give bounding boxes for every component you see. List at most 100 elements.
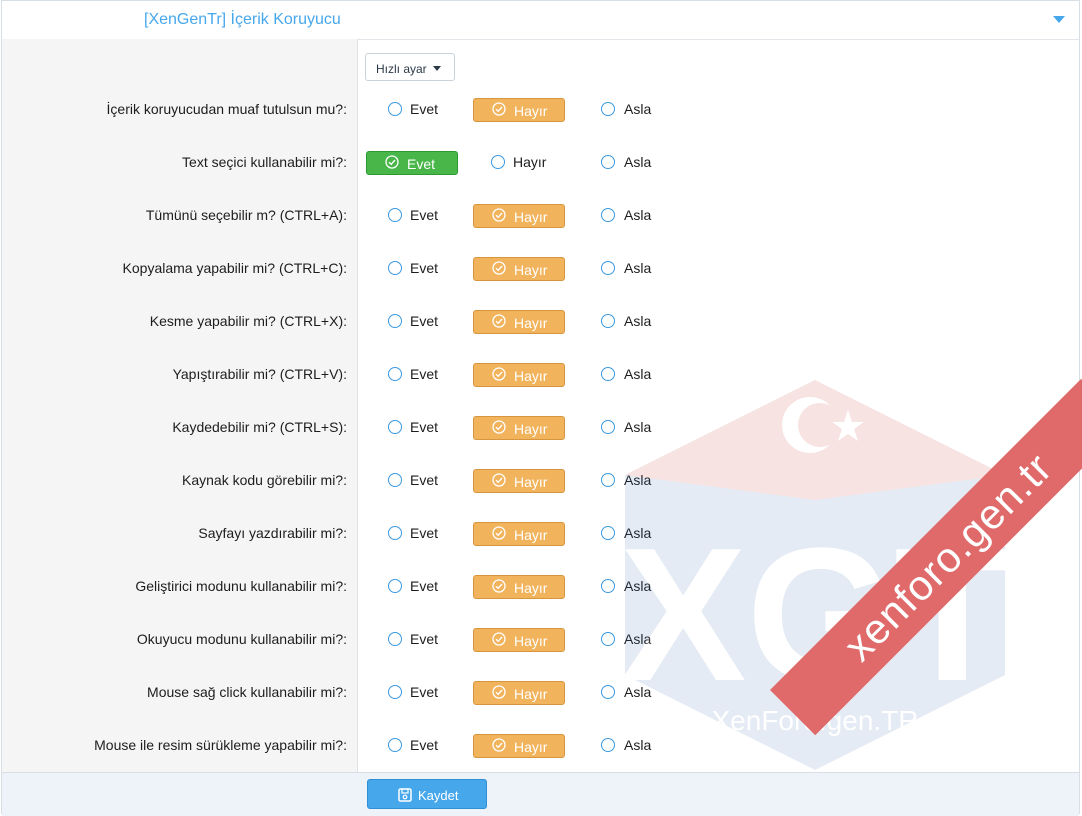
option-label: Hayır [513, 154, 547, 170]
option-no-selected[interactable]: Hayır [473, 98, 565, 122]
option-label: Hayır [514, 739, 548, 755]
option-never[interactable]: Asla [601, 204, 674, 228]
radio-circle[interactable] [601, 738, 615, 752]
check-circle-icon [385, 155, 399, 169]
option-no[interactable]: Hayır [491, 151, 563, 175]
radio-circle[interactable] [388, 526, 402, 540]
option-no-selected[interactable]: Hayır [473, 522, 565, 546]
radio-circle[interactable] [601, 473, 615, 487]
radio-circle[interactable] [388, 632, 402, 646]
option-no-selected[interactable]: Hayır [473, 469, 565, 493]
option-label: Evet [410, 260, 439, 276]
radio-circle[interactable] [388, 208, 402, 222]
option-label: Hayır [514, 580, 548, 596]
panel-title[interactable]: [XenGenTr] İçerik Koruyucu [144, 11, 341, 29]
radio-circle[interactable] [388, 367, 402, 381]
radio-circle[interactable] [388, 685, 402, 699]
option-yes[interactable]: Evet [388, 204, 460, 228]
option-no-selected[interactable]: Hayır [473, 257, 565, 281]
setting-label: Mouse ile resim sürükleme yapabilir mi?: [94, 737, 347, 753]
option-no-selected[interactable]: Hayır [473, 575, 565, 599]
radio-circle[interactable] [601, 367, 615, 381]
option-never[interactable]: Asla [601, 310, 674, 334]
option-label: Evet [410, 684, 439, 700]
option-yes[interactable]: Evet [388, 416, 460, 440]
setting-label: Text seçici kullanabilir mi?: [182, 154, 347, 170]
option-yes[interactable]: Evet [388, 257, 460, 281]
radio-circle[interactable] [388, 579, 402, 593]
option-yes[interactable]: Evet [388, 310, 460, 334]
radio-circle[interactable] [601, 685, 615, 699]
option-never[interactable]: Asla [601, 151, 674, 175]
option-label: Asla [624, 525, 652, 541]
radio-circle[interactable] [601, 261, 615, 275]
radio-circle[interactable] [388, 314, 402, 328]
radio-circle[interactable] [601, 579, 615, 593]
option-label: Hayır [514, 209, 548, 225]
save-button-label: Kaydet [418, 788, 459, 803]
option-never[interactable]: Asla [601, 575, 674, 599]
option-no-selected[interactable]: Hayır [473, 734, 565, 758]
radio-circle[interactable] [601, 314, 615, 328]
option-no-selected[interactable]: Hayır [473, 204, 565, 228]
option-never[interactable]: Asla [601, 734, 674, 758]
check-circle-icon [492, 208, 506, 222]
quick-settings-label: Hızlı ayar [376, 62, 427, 76]
radio-circle[interactable] [601, 632, 615, 646]
radio-circle[interactable] [491, 155, 505, 169]
radio-circle[interactable] [388, 102, 402, 116]
option-yes[interactable]: Evet [388, 628, 460, 652]
collapse-chevron-icon[interactable] [1053, 16, 1065, 23]
save-button[interactable]: Kaydet [367, 779, 487, 809]
option-label: Asla [624, 101, 652, 117]
radio-circle[interactable] [601, 155, 615, 169]
option-never[interactable]: Asla [601, 257, 674, 281]
radio-circle[interactable] [601, 208, 615, 222]
option-label: Asla [624, 419, 652, 435]
option-label: Evet [410, 578, 439, 594]
option-yes[interactable]: Evet [388, 522, 460, 546]
panel-header[interactable]: [XenGenTr] İçerik Koruyucu [2, 1, 1079, 40]
option-never[interactable]: Asla [601, 469, 674, 493]
radio-circle[interactable] [388, 261, 402, 275]
option-yes[interactable]: Evet [388, 734, 460, 758]
option-never[interactable]: Asla [601, 98, 674, 122]
option-no-selected[interactable]: Hayır [473, 310, 565, 334]
option-never[interactable]: Asla [601, 363, 674, 387]
setting-label: Tümünü seçebilir m? (CTRL+A): [145, 207, 347, 223]
radio-circle[interactable] [601, 420, 615, 434]
check-circle-icon [492, 102, 506, 116]
setting-label: Kesme yapabilir mi? (CTRL+X): [149, 313, 347, 329]
option-yes-selected[interactable]: Evet [366, 151, 458, 175]
radio-circle[interactable] [388, 738, 402, 752]
radio-circle[interactable] [388, 420, 402, 434]
option-no-selected[interactable]: Hayır [473, 416, 565, 440]
option-label: Hayır [514, 421, 548, 437]
labels-column [2, 39, 358, 772]
option-never[interactable]: Asla [601, 416, 674, 440]
option-yes[interactable]: Evet [388, 363, 460, 387]
option-yes[interactable]: Evet [388, 469, 460, 493]
option-yes[interactable]: Evet [388, 98, 460, 122]
quick-settings-dropdown[interactable]: Hızlı ayar [365, 53, 455, 81]
option-no-selected[interactable]: Hayır [473, 363, 565, 387]
option-label: Asla [624, 684, 652, 700]
option-no-selected[interactable]: Hayır [473, 681, 565, 705]
setting-label: Sayfayı yazdırabilir mi?: [198, 525, 347, 541]
option-no-selected[interactable]: Hayır [473, 628, 565, 652]
option-never[interactable]: Asla [601, 522, 674, 546]
option-never[interactable]: Asla [601, 681, 674, 705]
radio-circle[interactable] [601, 526, 615, 540]
setting-label: Okuyucu modunu kullanabilir mi?: [136, 631, 347, 647]
option-label: Hayır [514, 686, 548, 702]
option-label: Asla [624, 313, 652, 329]
radio-circle[interactable] [388, 473, 402, 487]
option-yes[interactable]: Evet [388, 681, 460, 705]
option-label: Evet [410, 472, 439, 488]
option-never[interactable]: Asla [601, 628, 674, 652]
option-yes[interactable]: Evet [388, 575, 460, 599]
setting-label: Mouse sağ click kullanabilir mi?: [147, 684, 347, 700]
radio-circle[interactable] [601, 102, 615, 116]
setting-label: Kaynak kodu görebilir mi?: [182, 472, 347, 488]
option-label: Evet [410, 737, 439, 753]
